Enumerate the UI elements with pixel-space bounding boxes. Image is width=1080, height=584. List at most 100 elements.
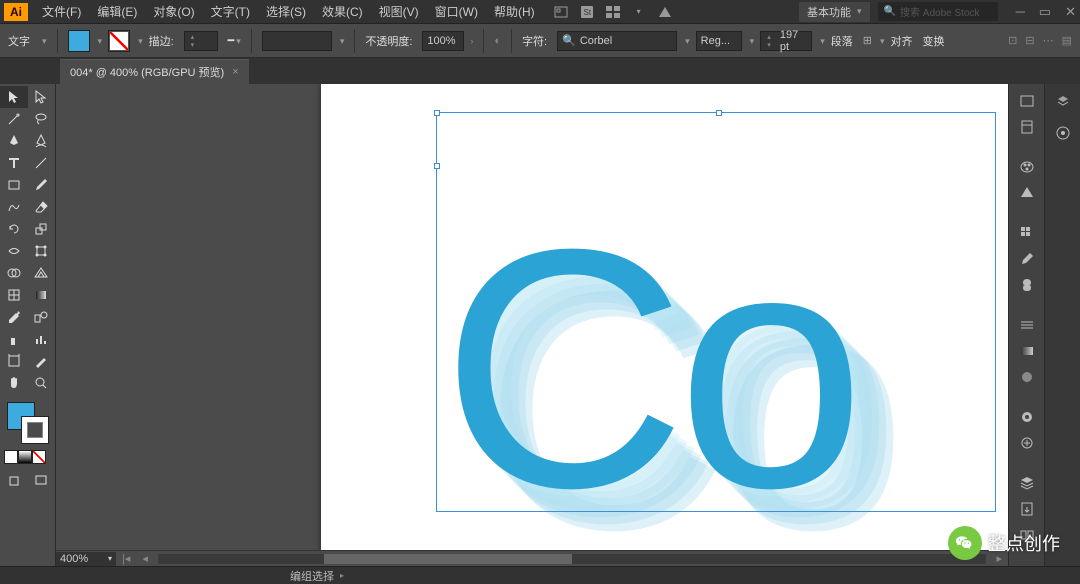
recolor-icon[interactable]: ◐ bbox=[494, 35, 501, 47]
paragraph-label[interactable]: 段落 bbox=[831, 33, 853, 49]
lasso-tool[interactable] bbox=[28, 108, 56, 130]
screen-mode[interactable] bbox=[28, 470, 56, 492]
restore-button[interactable]: ▭ bbox=[1039, 4, 1051, 20]
menu-text[interactable]: 文字(T) bbox=[203, 0, 258, 24]
line-tool[interactable] bbox=[28, 152, 56, 174]
stroke-weight-field[interactable]: ▴▾ bbox=[184, 31, 218, 51]
symbols-panel-icon[interactable] bbox=[1014, 274, 1040, 296]
slice-tool[interactable] bbox=[28, 350, 56, 372]
rectangle-tool[interactable] bbox=[0, 174, 28, 196]
transparency-panel-icon[interactable] bbox=[1014, 366, 1040, 388]
graph-tool[interactable] bbox=[28, 328, 56, 350]
color-mode-solid[interactable] bbox=[4, 450, 18, 464]
libraries-panel-icon[interactable] bbox=[1014, 116, 1040, 138]
menu-effect[interactable]: 效果(C) bbox=[314, 0, 371, 24]
magic-wand-tool[interactable] bbox=[0, 108, 28, 130]
menu-window[interactable]: 窗口(W) bbox=[427, 0, 486, 24]
graphic-styles-panel-icon[interactable] bbox=[1014, 432, 1040, 454]
color-guide-panel-icon[interactable] bbox=[1014, 182, 1040, 204]
horizontal-scrollbar[interactable] bbox=[158, 554, 987, 564]
stock-icon[interactable]: St bbox=[579, 4, 595, 20]
menu-edit[interactable]: 编辑(E) bbox=[89, 0, 145, 24]
hand-tool[interactable] bbox=[0, 372, 28, 394]
selection-tool[interactable] bbox=[0, 86, 28, 108]
transform-label[interactable]: 变换 bbox=[922, 33, 944, 49]
prefs-icon[interactable]: ⊟ bbox=[1025, 34, 1034, 47]
free-transform-tool[interactable] bbox=[28, 240, 56, 262]
zoom-tool[interactable] bbox=[28, 372, 56, 394]
fill-stroke-control[interactable] bbox=[7, 402, 49, 444]
font-size-dropdown[interactable] bbox=[818, 35, 825, 47]
rotate-tool[interactable] bbox=[0, 218, 28, 240]
search-stock-field[interactable]: 🔍 搜索 Adobe Stock bbox=[878, 2, 998, 21]
opacity-arrow[interactable]: › bbox=[470, 36, 473, 46]
menu-select[interactable]: 选择(S) bbox=[258, 0, 314, 24]
gradient-panel-icon[interactable] bbox=[1014, 340, 1040, 362]
document-tab[interactable]: 004* @ 400% (RGB/GPU 预览) × bbox=[60, 59, 249, 84]
fill-swatch[interactable] bbox=[68, 30, 90, 52]
align-label[interactable]: 对齐 bbox=[890, 33, 912, 49]
opacity-field[interactable]: 100% bbox=[422, 31, 464, 51]
close-button[interactable]: ✕ bbox=[1065, 4, 1076, 20]
artboard-tool[interactable] bbox=[0, 350, 28, 372]
menu-file[interactable]: 文件(F) bbox=[34, 0, 89, 24]
pen-tool[interactable] bbox=[0, 130, 28, 152]
color-mode-none[interactable] bbox=[32, 450, 46, 464]
eraser-tool[interactable] bbox=[28, 196, 56, 218]
stroke-swatch[interactable] bbox=[108, 30, 130, 52]
menu-view[interactable]: 视图(V) bbox=[371, 0, 427, 24]
type-tool[interactable] bbox=[0, 152, 28, 174]
width-tool[interactable] bbox=[0, 240, 28, 262]
arrange-icon[interactable] bbox=[605, 4, 621, 20]
blend-tool[interactable] bbox=[28, 306, 56, 328]
direct-selection-tool[interactable] bbox=[28, 86, 56, 108]
stroke-color[interactable] bbox=[21, 416, 49, 444]
font-size-field[interactable]: ▴▾197 pt bbox=[760, 31, 812, 51]
brush-field[interactable] bbox=[262, 31, 332, 51]
properties-panel-icon[interactable] bbox=[1014, 90, 1040, 112]
color-panel-icon[interactable] bbox=[1014, 156, 1040, 178]
brush-dropdown[interactable] bbox=[338, 35, 345, 47]
font-style-field[interactable]: Reg... bbox=[696, 31, 742, 51]
curvature-tool[interactable] bbox=[28, 130, 56, 152]
bridge-icon[interactable] bbox=[553, 4, 569, 20]
canvas[interactable]: Co Co Co Co Co Co Co 400%▾ |◂ ◂ ▸ bbox=[56, 84, 1008, 566]
close-tab-icon[interactable]: × bbox=[232, 66, 238, 78]
selection-handle[interactable] bbox=[716, 110, 722, 116]
stroke-panel-icon[interactable] bbox=[1014, 314, 1040, 336]
zoom-field[interactable]: 400%▾ bbox=[56, 552, 116, 566]
perspective-tool[interactable] bbox=[28, 262, 56, 284]
status-dropdown-icon[interactable]: ▸ bbox=[340, 571, 344, 580]
nav-prev-first[interactable]: |◂ bbox=[122, 552, 130, 565]
selection-handle[interactable] bbox=[434, 110, 440, 116]
panel-menu-icon[interactable]: ▤ bbox=[1062, 34, 1072, 47]
cc-libraries-icon[interactable] bbox=[1050, 122, 1076, 144]
layers-icon[interactable] bbox=[1050, 90, 1076, 112]
color-mode-gradient[interactable] bbox=[18, 450, 32, 464]
appearance-panel-icon[interactable] bbox=[1014, 406, 1040, 428]
draw-mode-normal[interactable] bbox=[0, 470, 28, 492]
gradient-tool[interactable] bbox=[28, 284, 56, 306]
nav-prev[interactable]: ◂ bbox=[142, 552, 148, 565]
stroke-dropdown[interactable] bbox=[136, 35, 143, 47]
setup-icon[interactable]: ⊡ bbox=[1008, 34, 1017, 47]
menu-object[interactable]: 对象(O) bbox=[145, 0, 202, 24]
font-style-dropdown[interactable] bbox=[748, 35, 755, 47]
font-family-dropdown[interactable] bbox=[683, 35, 690, 47]
workspace-selector[interactable]: 基本功能 bbox=[799, 2, 870, 22]
shaper-tool[interactable] bbox=[0, 196, 28, 218]
eyedropper-tool[interactable] bbox=[0, 306, 28, 328]
align-icon[interactable]: ⊞ bbox=[863, 34, 872, 47]
menu-help[interactable]: 帮助(H) bbox=[486, 0, 543, 24]
asset-export-panel-icon[interactable] bbox=[1014, 498, 1040, 520]
more-icon[interactable]: ⋯ bbox=[1043, 34, 1054, 47]
scale-tool[interactable] bbox=[28, 218, 56, 240]
brushes-panel-icon[interactable] bbox=[1014, 248, 1040, 270]
fill-dropdown[interactable] bbox=[96, 35, 103, 47]
paintbrush-tool[interactable] bbox=[28, 174, 56, 196]
shape-builder-tool[interactable] bbox=[0, 262, 28, 284]
symbol-sprayer-tool[interactable] bbox=[0, 328, 28, 350]
align-dropdown[interactable] bbox=[878, 35, 885, 47]
layers-panel-icon[interactable] bbox=[1014, 472, 1040, 494]
stroke-profile[interactable]: ━ bbox=[228, 34, 241, 47]
